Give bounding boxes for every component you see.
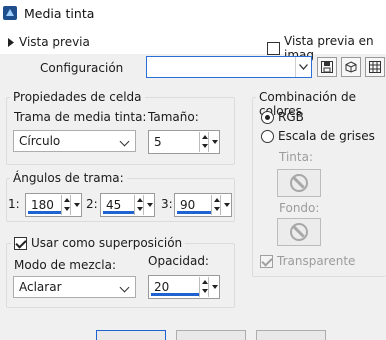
angle-1-focus-underline [28, 211, 61, 214]
angle-3-value: 90 [180, 198, 196, 212]
rgb-label: RGB [278, 110, 304, 124]
opacity-stepper-arrows[interactable] [199, 277, 209, 297]
halftone-screen-select[interactable]: Círculo [13, 130, 136, 152]
ink-label: Tinta: [279, 150, 314, 164]
preview-in-image-box[interactable] [267, 41, 280, 55]
preview-expand-toggle[interactable]: Vista previa [8, 35, 90, 49]
size-spinner[interactable]: 5 [148, 130, 220, 154]
size-dropdown-arrow-icon[interactable] [212, 140, 218, 144]
size-label: Tamaño: [148, 110, 199, 124]
rgb-radio[interactable] [261, 111, 274, 124]
angle-2-value: 45 [106, 198, 122, 212]
size-value: 5 [154, 135, 162, 149]
title-bar: Media tinta [0, 0, 386, 28]
angle-1-dropdown-arrow-icon[interactable] [74, 203, 80, 207]
cancel-button[interactable] [176, 330, 246, 340]
expand-triangle-icon [8, 37, 14, 47]
no-color-icon [290, 174, 308, 192]
opacity-focus-underline [151, 293, 199, 296]
window-title: Media tinta [24, 6, 95, 21]
angle-2-spinner[interactable]: 45 [100, 193, 155, 217]
opacity-label: Opacidad: [148, 254, 209, 268]
no-color-icon [290, 223, 308, 241]
angle-2-stepper-arrows[interactable] [134, 195, 144, 215]
opacity-spinner[interactable]: 20 [148, 275, 220, 299]
angle-3-label: 3: [161, 197, 173, 211]
grayscale-radio[interactable] [261, 130, 274, 143]
background-color-swatch[interactable] [277, 218, 321, 246]
grayscale-label: Escala de grises [278, 129, 375, 143]
transparent-checkbox[interactable]: Transparente [260, 254, 355, 268]
angle-1-stepper-arrows[interactable] [61, 195, 71, 215]
blend-mode-select[interactable]: Aclarar [13, 276, 136, 298]
preview-expand-label: Vista previa [19, 35, 90, 49]
presets-button[interactable] [365, 57, 385, 77]
opacity-value: 20 [154, 280, 170, 294]
angle-1-value: 180 [31, 198, 54, 212]
angle-3-focus-underline [177, 211, 211, 214]
cube-icon [345, 61, 357, 73]
ink-color-swatch[interactable] [277, 169, 321, 197]
angle-2-dropdown-arrow-icon[interactable] [147, 203, 153, 207]
angle-3-dropdown-arrow-icon[interactable] [224, 203, 230, 207]
chevron-down-icon [299, 64, 308, 70]
angle-3-spinner[interactable]: 90 [174, 193, 232, 217]
save-icon [321, 61, 333, 73]
chevron-down-icon [119, 136, 130, 147]
help-button[interactable] [256, 330, 326, 340]
background-label: Fondo: [279, 201, 320, 215]
app-icon [3, 6, 17, 20]
blend-mode-label: Modo de mezcla: [14, 258, 116, 272]
save-preset-button[interactable] [317, 57, 337, 77]
transparent-checkbox-box[interactable] [260, 254, 273, 268]
grid-icon [369, 61, 381, 73]
cell-properties-title: Propiedades de celda [10, 90, 145, 104]
config-label: Configuración [40, 61, 124, 75]
overlay-checkbox-box[interactable] [14, 236, 27, 250]
angle-1-spinner[interactable]: 180 [25, 193, 82, 217]
screen-angles-title: Ángulos de trama: [10, 171, 127, 185]
chevron-down-icon [119, 282, 130, 293]
overlay-checkbox[interactable]: Usar como superposición [11, 236, 186, 250]
overlay-checkbox-label: Usar como superposición [31, 236, 183, 250]
halftone-screen-value: Círculo [19, 134, 61, 148]
angle-1-label: 1: [8, 197, 20, 211]
config-select[interactable] [146, 56, 312, 78]
ok-button[interactable] [96, 330, 166, 340]
config-dropdown-arrow[interactable] [295, 57, 311, 77]
angle-3-stepper-arrows[interactable] [211, 195, 221, 215]
angle-2-focus-underline [103, 211, 134, 214]
transparent-label: Transparente [277, 254, 356, 268]
reset-button[interactable] [341, 57, 361, 77]
color-mix-title: Combinación de colores [256, 90, 386, 118]
blend-mode-value: Aclarar [19, 280, 62, 294]
halftone-screen-label: Trama de media tinta: [14, 110, 147, 124]
preview-row: Vista previa Vista previa en imag [0, 28, 386, 62]
angle-2-label: 2: [86, 197, 98, 211]
opacity-dropdown-arrow-icon[interactable] [212, 285, 218, 289]
size-stepper-arrows[interactable] [199, 132, 209, 152]
